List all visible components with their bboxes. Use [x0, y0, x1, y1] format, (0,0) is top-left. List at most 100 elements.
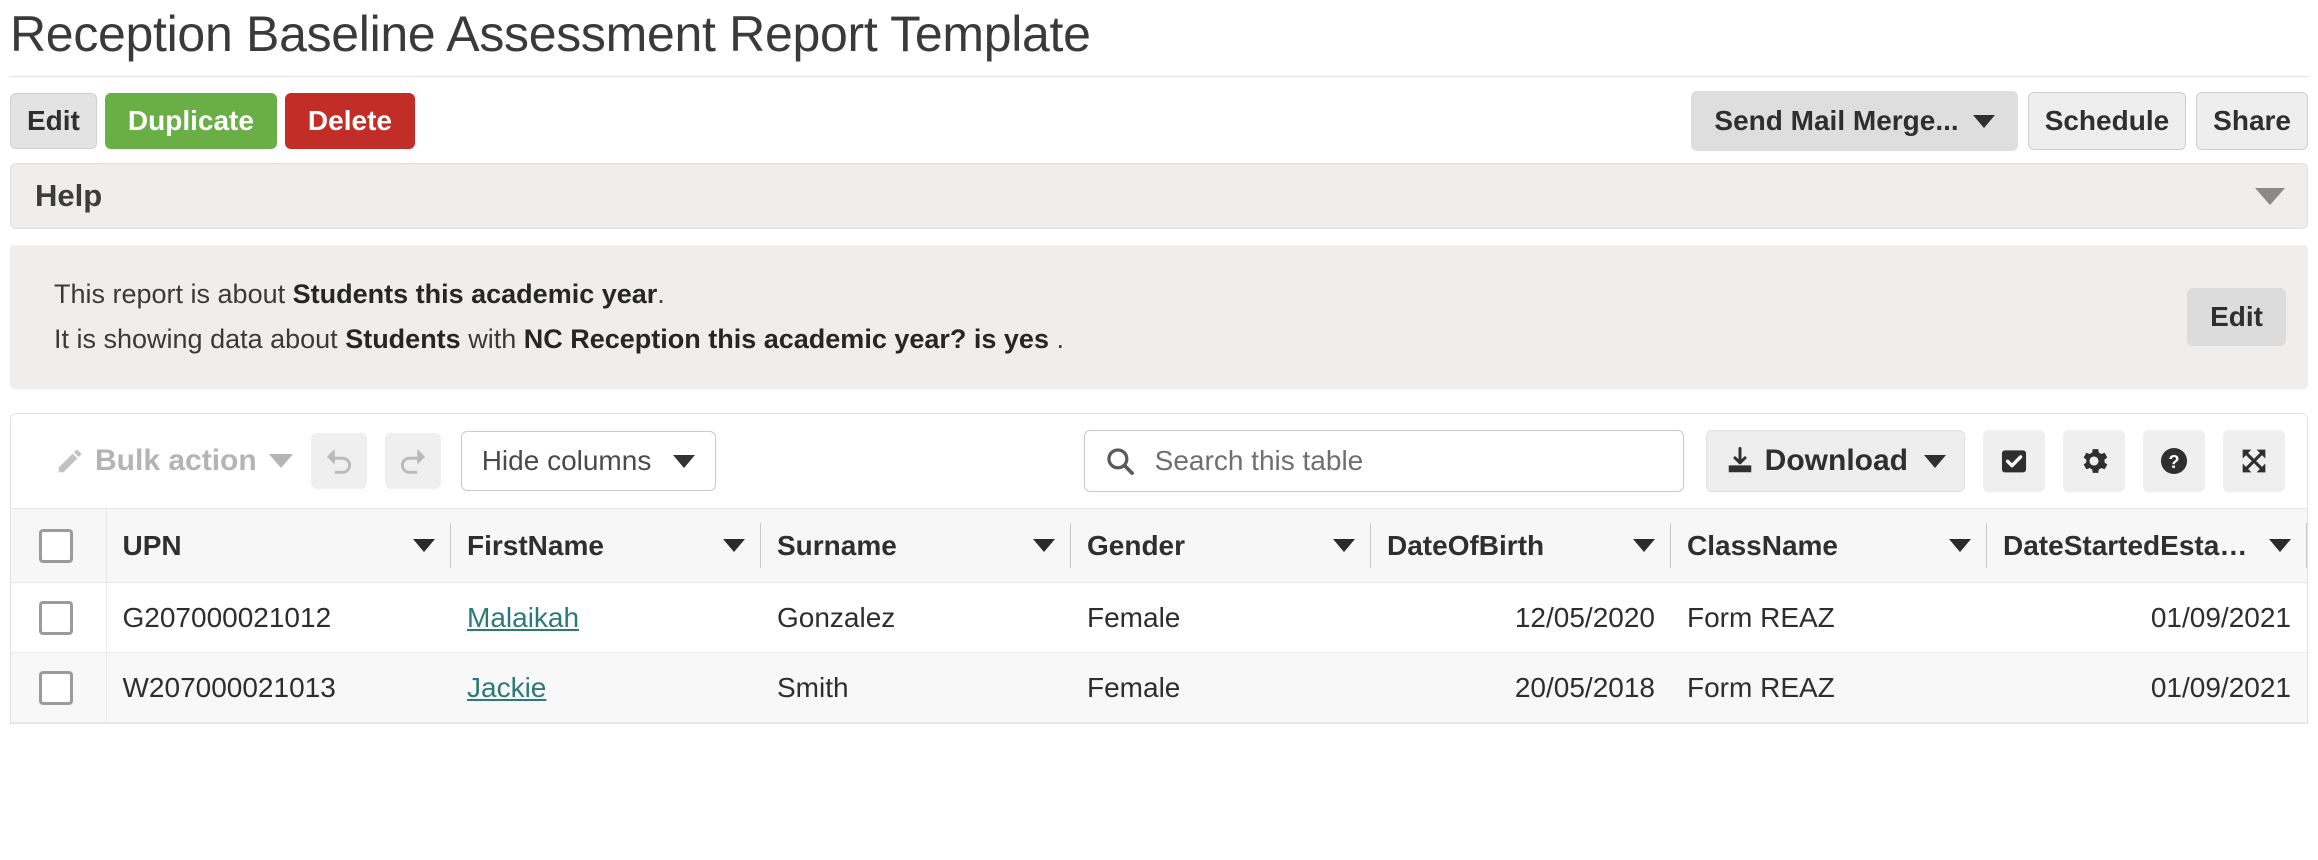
info-edit-button[interactable]: Edit: [2187, 288, 2286, 346]
row-select-cell: [11, 582, 107, 653]
select-all-header: [11, 508, 107, 583]
help-label: Help: [35, 178, 103, 213]
select-all-checkbox[interactable]: [39, 528, 73, 563]
row-checkbox[interactable]: [39, 670, 73, 705]
bulk-action-label: Bulk action: [95, 444, 257, 477]
chevron-down-icon: [1924, 454, 1946, 468]
search-box[interactable]: [1083, 430, 1684, 492]
student-link[interactable]: Jackie: [467, 672, 546, 703]
checkbox-checked-icon: [2001, 450, 2027, 473]
row-checkbox[interactable]: [39, 600, 73, 635]
chevron-down-icon[interactable]: [1949, 539, 1971, 552]
cell-upn: W207000021013: [106, 652, 451, 723]
report-info-text: This report is about Students this acade…: [54, 272, 1064, 363]
download-button[interactable]: Download: [1705, 430, 1965, 492]
info-line2-prefix: It is showing data about: [54, 324, 346, 354]
download-icon: [1728, 447, 1751, 473]
info-line1-subject: Students this academic year: [292, 278, 658, 309]
column-label: Surname: [777, 529, 897, 561]
settings-button[interactable]: [2063, 430, 2125, 492]
table-body: G207000021012 Malaikah Gonzalez Female 1…: [11, 582, 2307, 723]
search-input[interactable]: [1152, 444, 1665, 478]
student-link[interactable]: Malaikah: [467, 602, 579, 633]
fullscreen-button[interactable]: [2223, 430, 2285, 492]
chevron-down-icon: [1972, 114, 1995, 128]
table-row[interactable]: W207000021013 Jackie Smith Female 20/05/…: [11, 652, 2307, 723]
info-line1-prefix: This report is about: [54, 278, 293, 309]
report-info-line-1: This report is about Students this acade…: [54, 272, 1064, 317]
info-line2-suffix: .: [1048, 324, 1064, 354]
column-label: ClassName: [1687, 529, 1838, 561]
report-info-panel: This report is about Students this acade…: [10, 245, 2308, 389]
table-header: UPN FirstName Surname Gender DateOfBirth…: [11, 508, 2307, 583]
column-label: DateOfBirth: [1387, 529, 1545, 561]
cell-dateofbirth: 12/05/2020: [1371, 582, 1671, 653]
column-label: UPN: [122, 529, 182, 561]
cell-firstname: Jackie: [451, 652, 761, 723]
chevron-down-icon[interactable]: [1033, 539, 1055, 552]
search-icon: [1106, 448, 1134, 475]
cell-datestarted: 01/09/2021: [1987, 582, 2307, 653]
info-line2-mid: with: [460, 324, 524, 354]
column-header-gender[interactable]: Gender: [1071, 508, 1371, 583]
page-title: Reception Baseline Assessment Report Tem…: [10, 6, 1091, 62]
send-mail-merge-button[interactable]: Send Mail Merge...: [1691, 91, 2018, 151]
gear-icon: [2083, 449, 2108, 473]
action-toolbar: Edit Duplicate Delete Send Mail Merge...…: [0, 77, 2318, 151]
chevron-down-icon: [268, 454, 293, 468]
row-select-cell: [11, 652, 107, 723]
column-label: DateStartedEstabli...: [2003, 529, 2255, 561]
cell-upn: G207000021012: [106, 582, 451, 653]
column-header-classname[interactable]: ClassName: [1671, 508, 1987, 583]
table-header-row: UPN FirstName Surname Gender DateOfBirth…: [11, 508, 2307, 583]
cell-classname: Form REAZ: [1671, 582, 1987, 653]
redo-button[interactable]: [384, 433, 441, 489]
chevron-down-icon[interactable]: [2255, 187, 2285, 205]
chevron-down-icon[interactable]: [413, 539, 435, 552]
info-line2-entity: Students: [345, 324, 461, 354]
cell-gender: Female: [1071, 582, 1371, 653]
cell-firstname: Malaikah: [451, 582, 761, 653]
chevron-down-icon[interactable]: [1333, 539, 1355, 552]
cell-dateofbirth: 20/05/2018: [1371, 652, 1671, 723]
column-header-datestartedestablishment[interactable]: DateStartedEstabli...: [1987, 508, 2307, 583]
info-line2-filter: NC Reception this academic year? is yes: [523, 324, 1049, 354]
column-header-firstname[interactable]: FirstName: [451, 508, 761, 583]
report-info-line-2: It is showing data about Students with N…: [54, 317, 1064, 362]
download-label: Download: [1764, 444, 1908, 477]
edit-button[interactable]: Edit: [10, 93, 97, 149]
bulk-action-dropdown[interactable]: Bulk action: [55, 444, 293, 478]
hide-columns-label: Hide columns: [481, 445, 652, 476]
duplicate-button[interactable]: Duplicate: [104, 93, 277, 149]
undo-icon: [326, 448, 351, 474]
help-button[interactable]: ?: [2143, 430, 2205, 492]
table-row[interactable]: G207000021012 Malaikah Gonzalez Female 1…: [11, 582, 2307, 653]
cell-surname: Smith: [761, 652, 1071, 723]
data-table-card: Bulk action Hide columns Down: [10, 413, 2308, 724]
send-mail-merge-label: Send Mail Merge...: [1714, 105, 1959, 136]
table-toolbar: Bulk action Hide columns Down: [11, 414, 2307, 508]
column-label: Gender: [1087, 529, 1186, 561]
share-button[interactable]: Share: [2196, 92, 2308, 150]
question-circle-icon: ?: [2160, 447, 2188, 475]
column-header-surname[interactable]: Surname: [761, 508, 1071, 583]
schedule-button[interactable]: Schedule: [2027, 92, 2187, 150]
info-line1-suffix: .: [657, 278, 665, 309]
hide-columns-dropdown[interactable]: Hide columns: [460, 431, 717, 491]
chevron-down-icon[interactable]: [723, 539, 745, 552]
column-header-upn[interactable]: UPN: [106, 508, 451, 583]
undo-button[interactable]: [310, 433, 367, 489]
delete-button[interactable]: Delete: [284, 93, 415, 149]
cell-classname: Form REAZ: [1671, 652, 1987, 723]
chevron-down-icon[interactable]: [1633, 539, 1655, 552]
cell-datestarted: 01/09/2021: [1987, 652, 2307, 723]
cell-surname: Gonzalez: [761, 582, 1071, 653]
select-rows-button[interactable]: [1983, 430, 2045, 492]
chevron-down-icon[interactable]: [2269, 539, 2291, 552]
chevron-down-icon: [673, 454, 696, 468]
redo-icon: [400, 448, 425, 474]
svg-text:?: ?: [2168, 451, 2179, 472]
help-panel-header[interactable]: Help: [10, 163, 2308, 229]
column-divider: [2306, 523, 2307, 568]
column-header-dateofbirth[interactable]: DateOfBirth: [1371, 508, 1671, 583]
